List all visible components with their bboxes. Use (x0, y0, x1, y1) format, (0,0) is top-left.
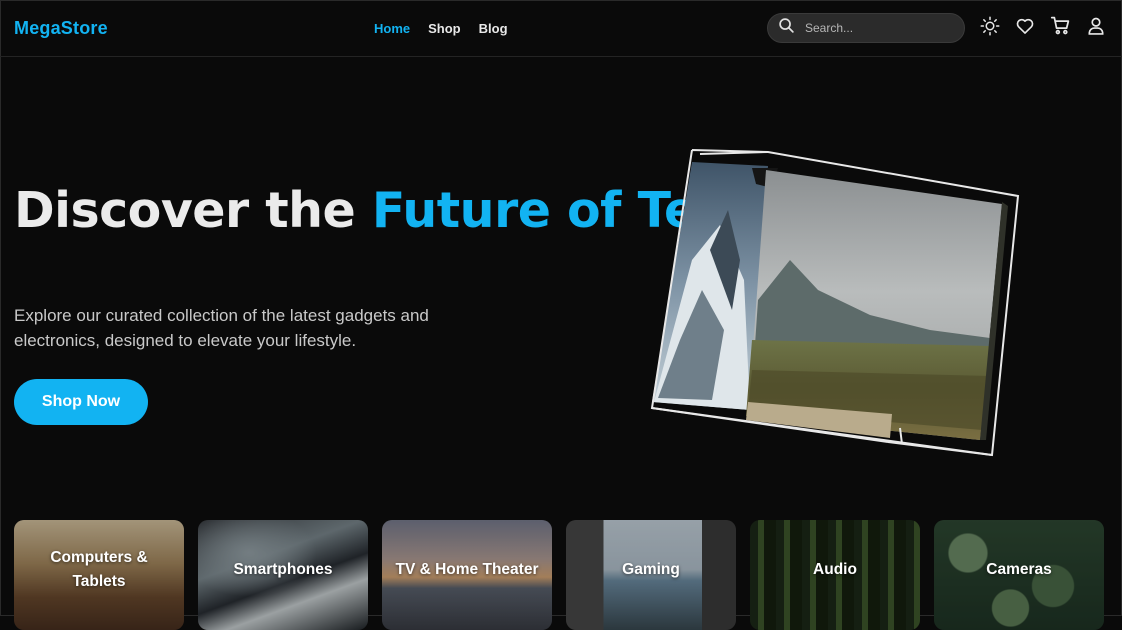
category-card-computers[interactable]: Computers & Tablets (14, 520, 184, 630)
cart-icon (1050, 15, 1071, 41)
nav-home-link[interactable]: Home (374, 21, 410, 36)
theme-toggle-button[interactable] (980, 16, 1000, 41)
category-card-audio[interactable]: Audio (750, 520, 920, 630)
category-label: Cameras (986, 561, 1052, 578)
account-button[interactable] (1086, 16, 1106, 41)
user-icon (1086, 16, 1106, 41)
shop-now-button[interactable]: Shop Now (14, 379, 148, 425)
nav-shop-link[interactable]: Shop (428, 21, 461, 36)
hero-subtitle: Explore our curated collection of the la… (14, 306, 429, 350)
category-label: TV & Home Theater (395, 561, 539, 578)
search-box[interactable] (767, 13, 965, 43)
category-label: Smartphones (233, 561, 333, 578)
wishlist-button[interactable] (1015, 18, 1035, 38)
category-list: Computers & Tablets Smartphones TV & Hom… (14, 520, 1104, 630)
category-label: Audio (813, 561, 857, 578)
search-input[interactable] (803, 20, 957, 36)
category-label: Gaming (622, 561, 680, 578)
category-card-smartphones[interactable]: Smartphones (198, 520, 368, 630)
main-nav: Home Shop Blog (374, 21, 508, 36)
site-header: MegaStore Home Shop Blog (0, 0, 1122, 57)
heart-icon (1015, 16, 1035, 41)
category-card-tv[interactable]: TV & Home Theater (382, 520, 552, 630)
sun-icon (980, 16, 1000, 41)
nav-blog-link[interactable]: Blog (479, 21, 508, 36)
category-label: Computers & Tablets (50, 549, 148, 590)
search-icon (778, 17, 795, 39)
category-card-cameras[interactable]: Cameras (934, 520, 1104, 630)
category-card-gaming[interactable]: Gaming (566, 520, 736, 630)
hero-cube-image (640, 140, 1030, 465)
brand-logo[interactable]: MegaStore (14, 18, 108, 39)
cart-button[interactable] (1050, 15, 1071, 41)
hero-title-text: Discover the (14, 182, 372, 239)
